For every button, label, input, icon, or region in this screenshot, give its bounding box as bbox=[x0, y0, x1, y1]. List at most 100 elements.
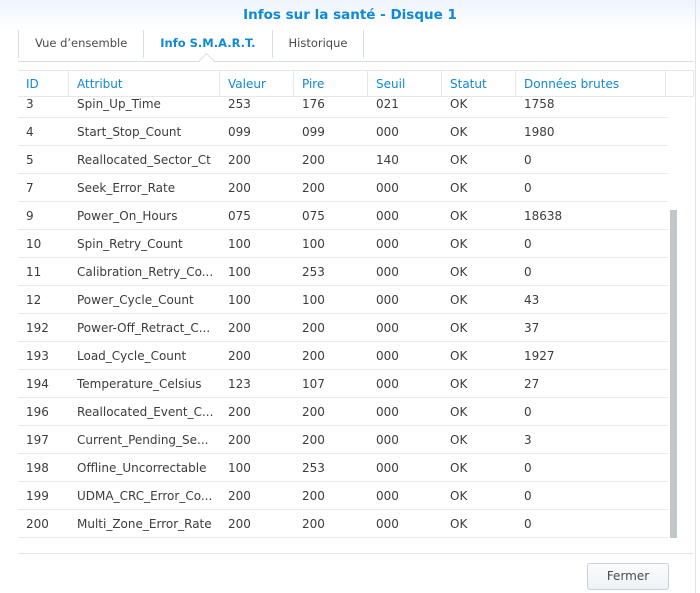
cell-threshold: 000 bbox=[376, 517, 399, 531]
table-row[interactable]: 10 Spin_Retry_Count 100 100 000 OK 0 bbox=[18, 230, 668, 258]
cell-attribute: Seek_Error_Rate bbox=[77, 181, 176, 195]
cell-id: 7 bbox=[26, 181, 34, 195]
cell-attribute: Offline_Uncorrectable bbox=[77, 461, 207, 475]
cell-threshold: 000 bbox=[376, 265, 399, 279]
cell-id: 5 bbox=[26, 153, 34, 167]
cell-attribute: Power_Cycle_Count bbox=[77, 293, 194, 307]
cell-worst: 075 bbox=[302, 209, 325, 223]
tab-overview[interactable]: Vue d’ensemble bbox=[18, 30, 143, 58]
cell-value: 200 bbox=[228, 181, 251, 195]
cell-value: 099 bbox=[228, 125, 251, 139]
cell-worst: 100 bbox=[302, 293, 325, 307]
table-row[interactable]: 194 Temperature_Celsius 123 107 000 OK 27 bbox=[18, 370, 668, 398]
cell-attribute: Start_Stop_Count bbox=[77, 125, 182, 139]
cell-raw-data: 0 bbox=[524, 489, 532, 503]
cell-status: OK bbox=[450, 405, 468, 419]
cell-status: OK bbox=[450, 489, 468, 503]
dialog-title: Infos sur la santé - Disque 1 bbox=[0, 0, 700, 30]
cell-id: 10 bbox=[26, 237, 42, 251]
tab-history[interactable]: Historique bbox=[271, 30, 365, 58]
cell-attribute: Reallocated_Sector_Ct bbox=[77, 153, 211, 167]
cell-attribute: Power_On_Hours bbox=[77, 209, 178, 223]
cell-value: 100 bbox=[228, 461, 251, 475]
cell-raw-data: 37 bbox=[524, 321, 540, 335]
cell-raw-data: 43 bbox=[524, 293, 540, 307]
table-row[interactable]: 9 Power_On_Hours 075 075 000 OK 18638 bbox=[18, 202, 668, 230]
column-header-value[interactable]: Valeur bbox=[220, 71, 294, 97]
cell-value: 200 bbox=[228, 349, 251, 363]
table-row[interactable]: 4 Start_Stop_Count 099 099 000 OK 1980 bbox=[18, 118, 668, 146]
table-row[interactable]: 198 Offline_Uncorrectable 100 253 000 OK 0 bbox=[18, 454, 668, 482]
table-row[interactable]: 192 Power-Off_Retract_C... 200 200 000 OK 37 bbox=[18, 314, 668, 342]
cell-status: OK bbox=[450, 377, 468, 391]
cell-value: 200 bbox=[228, 517, 251, 531]
table-scrollbar[interactable] bbox=[670, 210, 677, 538]
cell-value: 100 bbox=[228, 293, 251, 307]
cell-worst: 253 bbox=[302, 461, 325, 475]
close-button[interactable]: Fermer bbox=[587, 563, 669, 590]
cell-worst: 200 bbox=[302, 349, 325, 363]
cell-threshold: 000 bbox=[376, 405, 399, 419]
cell-raw-data: 1927 bbox=[524, 349, 555, 363]
cell-raw-data: 0 bbox=[524, 517, 532, 531]
cell-threshold: 140 bbox=[376, 153, 399, 167]
table-row[interactable]: 7 Seek_Error_Rate 200 200 000 OK 0 bbox=[18, 174, 668, 202]
dialog-border bbox=[695, 0, 696, 593]
table-row[interactable]: 5 Reallocated_Sector_Ct 200 200 140 OK 0 bbox=[18, 146, 668, 174]
cell-value: 200 bbox=[228, 153, 251, 167]
cell-status: OK bbox=[450, 125, 468, 139]
cell-id: 192 bbox=[26, 321, 49, 335]
cell-status: OK bbox=[450, 265, 468, 279]
cell-threshold: 000 bbox=[376, 377, 399, 391]
cell-worst: 200 bbox=[302, 321, 325, 335]
cell-value: 100 bbox=[228, 237, 251, 251]
cell-status: OK bbox=[450, 433, 468, 447]
cell-id: 199 bbox=[26, 489, 49, 503]
cell-id: 9 bbox=[26, 209, 34, 223]
table-row[interactable]: 196 Reallocated_Event_C... 200 200 000 OK 0 bbox=[18, 398, 668, 426]
cell-id: 11 bbox=[26, 265, 42, 279]
cell-raw-data: 0 bbox=[524, 237, 532, 251]
cell-attribute: Power-Off_Retract_C... bbox=[77, 321, 211, 335]
cell-threshold: 000 bbox=[376, 209, 399, 223]
table-row[interactable]: 200 Multi_Zone_Error_Rate 200 200 000 OK 0 bbox=[18, 510, 668, 538]
table-row[interactable]: 11 Calibration_Retry_Co... 100 253 000 OK 0 bbox=[18, 258, 668, 286]
cell-raw-data: 3 bbox=[524, 433, 532, 447]
cell-value: 100 bbox=[228, 265, 251, 279]
smart-table-body: 3 Spin_Up_Time 253 176 021 OK 1758 4 Start_Stop_… bbox=[18, 90, 668, 540]
cell-value: 200 bbox=[228, 405, 251, 419]
cell-status: OK bbox=[450, 461, 468, 475]
table-row[interactable]: 197 Current_Pending_Se... 200 200 000 OK 3 bbox=[18, 426, 668, 454]
cell-attribute: Temperature_Celsius bbox=[77, 377, 202, 391]
cell-attribute: Reallocated_Event_C... bbox=[77, 405, 214, 419]
column-header-worst[interactable]: Pire bbox=[294, 71, 368, 97]
column-header-id[interactable]: ID bbox=[18, 71, 69, 97]
cell-raw-data: 27 bbox=[524, 377, 540, 391]
column-header-attribute[interactable]: Attribut bbox=[69, 71, 220, 97]
table-row[interactable]: 193 Load_Cycle_Count 200 200 000 OK 1927 bbox=[18, 342, 668, 370]
cell-threshold: 000 bbox=[376, 293, 399, 307]
cell-attribute: Calibration_Retry_Co... bbox=[77, 265, 214, 279]
cell-worst: 099 bbox=[302, 125, 325, 139]
cell-value: 200 bbox=[228, 321, 251, 335]
table-row[interactable]: 199 UDMA_CRC_Error_Co... 200 200 000 OK 0 bbox=[18, 482, 668, 510]
cell-raw-data: 1980 bbox=[524, 125, 555, 139]
column-header-raw-data[interactable]: Données brutes bbox=[516, 71, 666, 97]
cell-id: 198 bbox=[26, 461, 49, 475]
cell-status: OK bbox=[450, 153, 468, 167]
cell-status: OK bbox=[450, 209, 468, 223]
tab-bar: Vue d’ensemble Info S.M.A.R.T. Historiqu… bbox=[18, 30, 365, 58]
cell-threshold: 000 bbox=[376, 349, 399, 363]
cell-status: OK bbox=[450, 293, 468, 307]
column-header-status[interactable]: Statut bbox=[442, 71, 516, 97]
cell-raw-data: 0 bbox=[524, 181, 532, 195]
column-header-threshold[interactable]: Seuil bbox=[368, 71, 442, 97]
cell-threshold: 000 bbox=[376, 433, 399, 447]
table-row[interactable]: 12 Power_Cycle_Count 100 100 000 OK 43 bbox=[18, 286, 668, 314]
cell-worst: 200 bbox=[302, 405, 325, 419]
cell-worst: 200 bbox=[302, 517, 325, 531]
cell-attribute: Spin_Retry_Count bbox=[77, 237, 183, 251]
cell-raw-data: 18638 bbox=[524, 209, 563, 223]
cell-status: OK bbox=[450, 517, 468, 531]
cell-worst: 200 bbox=[302, 433, 325, 447]
